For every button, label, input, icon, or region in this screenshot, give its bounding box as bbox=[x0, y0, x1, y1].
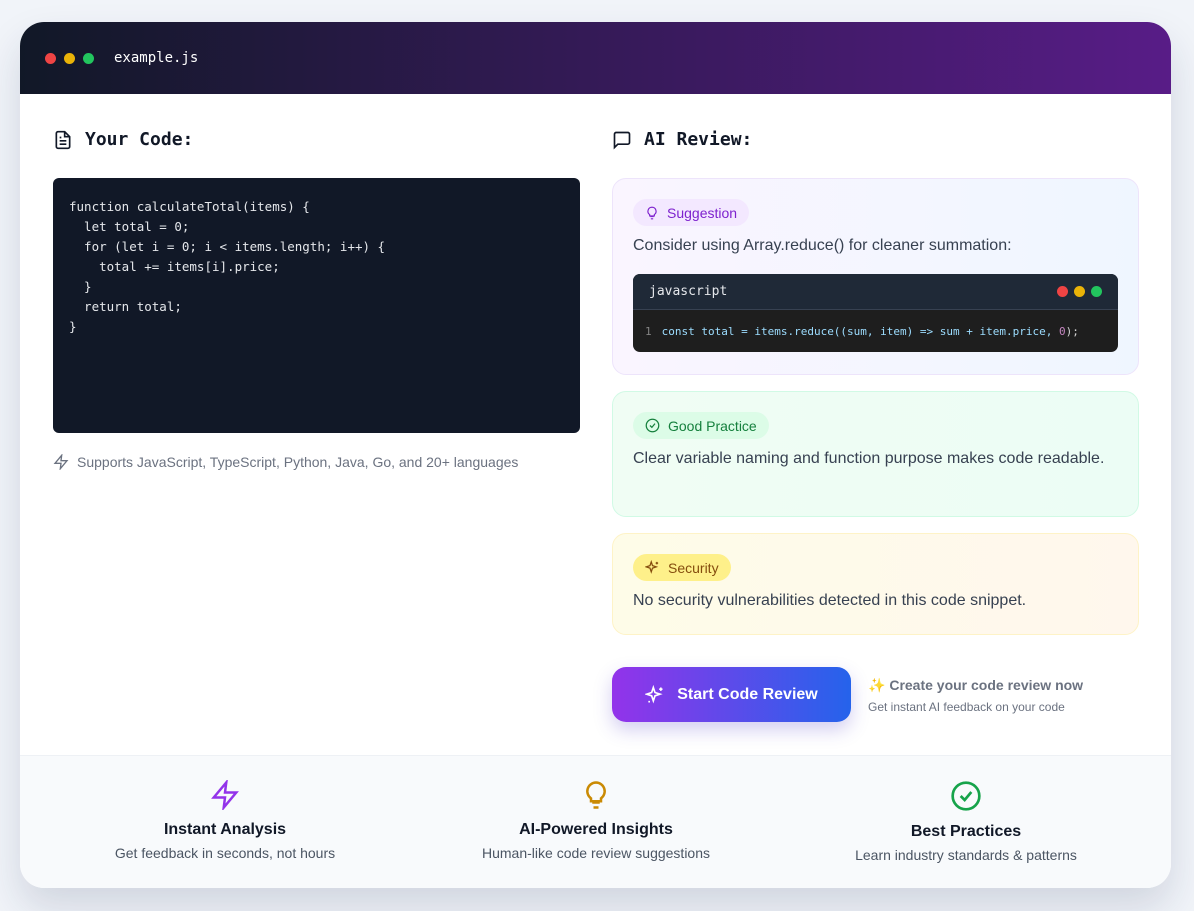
maximize-dot bbox=[83, 53, 94, 64]
cta-subtitle: Get instant AI feedback on your code bbox=[868, 700, 1083, 714]
ai-review-heading: AI Review: bbox=[612, 129, 752, 150]
code-review-card: example.js Your Code: function calculate… bbox=[20, 22, 1171, 888]
minimize-dot bbox=[64, 53, 75, 64]
file-name: example.js bbox=[114, 50, 198, 66]
badge-label: Suggestion bbox=[667, 205, 737, 221]
your-code-title: Your Code: bbox=[85, 129, 193, 150]
security-text: No security vulnerabilities detected in … bbox=[633, 589, 1118, 613]
close-dot bbox=[45, 53, 56, 64]
lightning-icon bbox=[53, 454, 69, 470]
support-text: Supports JavaScript, TypeScript, Python,… bbox=[77, 454, 518, 470]
window-header: example.js bbox=[20, 22, 1171, 94]
sparkles-icon bbox=[645, 685, 665, 705]
message-icon bbox=[612, 130, 632, 150]
badge-label: Security bbox=[668, 560, 719, 576]
good-practice-text: Clear variable naming and function purpo… bbox=[633, 447, 1118, 471]
feature-instant-analysis: Instant Analysis Get feedback in seconds… bbox=[35, 780, 415, 861]
badge-label: Good Practice bbox=[668, 418, 757, 434]
security-badge: Security bbox=[633, 554, 731, 581]
feature-title: Instant Analysis bbox=[35, 821, 415, 839]
suggestion-card: Suggestion Consider using Array.reduce()… bbox=[612, 178, 1139, 375]
lightning-icon bbox=[210, 780, 240, 810]
supported-languages: Supports JavaScript, TypeScript, Python,… bbox=[53, 454, 518, 470]
feature-title: Best Practices bbox=[776, 823, 1156, 841]
snippet-language: javascript bbox=[649, 284, 727, 299]
cta-title: Create your code review now bbox=[889, 677, 1083, 693]
code-snippet: javascript 1 const total = items.reduce((… bbox=[633, 274, 1118, 352]
snippet-code: const total = items.reduce((sum, item) =… bbox=[662, 325, 1079, 338]
snippet-code-number: 0 bbox=[1059, 325, 1066, 338]
cta-text: ✨ Create your code review now Get instan… bbox=[868, 677, 1083, 714]
check-circle-icon bbox=[645, 418, 660, 433]
features-footer: Instant Analysis Get feedback in seconds… bbox=[20, 755, 1171, 888]
suggestion-badge: Suggestion bbox=[633, 199, 749, 226]
snippet-code-end: ); bbox=[1066, 325, 1079, 338]
snippet-code-main: const total = items.reduce((sum, item) =… bbox=[662, 325, 1059, 338]
good-practice-badge: Good Practice bbox=[633, 412, 769, 439]
suggestion-text: Consider using Array.reduce() for cleane… bbox=[633, 234, 1118, 258]
feature-desc: Learn industry standards & patterns bbox=[776, 847, 1156, 863]
button-label: Start Code Review bbox=[677, 686, 817, 704]
lightbulb-icon bbox=[645, 206, 659, 220]
start-code-review-button[interactable]: Start Code Review bbox=[612, 667, 851, 722]
file-text-icon bbox=[53, 130, 73, 150]
sparkle-emoji-icon: ✨ bbox=[868, 677, 885, 693]
your-code-heading: Your Code: bbox=[53, 129, 193, 150]
feature-ai-insights: AI-Powered Insights Human-like code revi… bbox=[406, 780, 786, 861]
code-editor[interactable]: function calculateTotal(items) { let tot… bbox=[53, 178, 580, 433]
good-practice-card: Good Practice Clear variable naming and … bbox=[612, 391, 1139, 517]
snippet-dots bbox=[1057, 286, 1102, 297]
feature-best-practices: Best Practices Learn industry standards … bbox=[776, 780, 1156, 863]
check-circle-icon bbox=[950, 780, 982, 812]
sparkles-icon bbox=[645, 560, 660, 575]
ai-review-title: AI Review: bbox=[644, 129, 752, 150]
security-card: Security No security vulnerabilities det… bbox=[612, 533, 1139, 635]
feature-desc: Get feedback in seconds, not hours bbox=[35, 845, 415, 861]
feature-desc: Human-like code review suggestions bbox=[406, 845, 786, 861]
feature-title: AI-Powered Insights bbox=[406, 821, 786, 839]
line-number: 1 bbox=[645, 325, 652, 338]
lightbulb-icon bbox=[581, 780, 611, 810]
